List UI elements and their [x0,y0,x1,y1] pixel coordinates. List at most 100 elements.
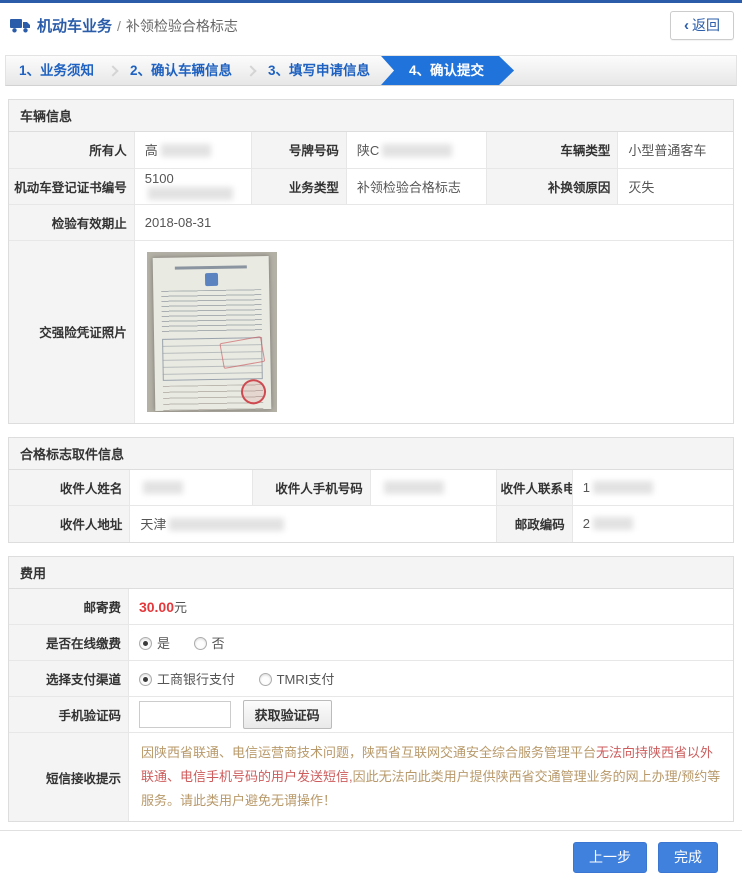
business-type-label: 业务类型 [252,168,347,204]
fee-section-title: 费用 [9,557,733,589]
recipient-mobile-value [370,470,497,506]
owner-value: 高 [134,132,251,168]
option-label: TMRI支付 [277,672,335,687]
online-pay-options: 是 否 [128,625,733,661]
option-label: 是 [157,636,170,651]
online-pay-yes-option[interactable]: 是 [139,636,174,651]
insurance-certificate-photo[interactable] [147,252,277,412]
sms-notice-label: 短信接收提示 [9,733,128,822]
back-button-label: 返回 [692,15,720,35]
recipient-name-label: 收件人姓名 [9,470,130,506]
reissue-reason-value: 灭失 [618,168,733,204]
redacted-blur [384,481,444,494]
radio-checked-icon [139,673,152,686]
owner-label: 所有人 [9,132,134,168]
option-label: 工商银行支付 [157,672,235,687]
postcode-label: 邮政编码 [497,506,572,542]
page-header: 机动车业务 / 补领检验合格标志 ‹ 返回 [0,3,742,49]
sms-code-label: 手机验证码 [9,697,128,733]
redacted-blur [169,518,284,531]
redacted-blur [593,517,633,530]
table-row: 是否在线缴费 是 否 [9,625,733,661]
table-row: 机动车登记证书编号 5100 业务类型 补领检验合格标志 补换领原因 灭失 [9,168,733,204]
redacted-blur [593,481,653,494]
vehicle-type-label: 车辆类型 [486,132,618,168]
redacted-blur [161,144,211,157]
vehicle-section-title: 车辆信息 [9,100,733,132]
step-1-business-notice[interactable]: 1、业务须知 [6,56,107,85]
postage-unit: 元 [174,600,187,615]
notice-text-part1: 因陕西省联通、电信运营商技术问题，陕西省互联网交通安全综合服务管理平台 [141,745,596,760]
step-4-confirm-submit: 4、确认提交 [381,56,514,85]
option-label: 否 [212,636,225,651]
postage-value: 30.00元 [128,589,733,625]
plate-number-value: 陕C [346,132,486,168]
page: 机动车业务 / 补领检验合格标志 ‹ 返回 1、业务须知 2、确认车辆信息 3、… [0,0,742,887]
redacted-blur [148,187,233,200]
pickup-info-table: 收件人姓名 收件人手机号码 收件人联系电话 1 收件人地址 天津 邮政编码 2 [9,470,733,542]
step-3-fill-application-info[interactable]: 3、填写申请信息 [255,56,383,85]
redacted-blur [382,144,452,157]
business-type-value: 补领检验合格标志 [346,168,486,204]
sms-notice-text: 因陕西省联通、电信运营商技术问题，陕西省互联网交通安全综合服务管理平台无法向持陕… [128,733,733,822]
registration-cert-value: 5100 [134,168,251,204]
breadcrumb-separator: / [117,18,121,34]
channel-tmri-option[interactable]: TMRI支付 [259,672,335,687]
plate-number-label: 号牌号码 [252,132,347,168]
truck-icon [10,18,31,33]
recipient-mobile-label: 收件人手机号码 [252,470,370,506]
payment-channel-label: 选择支付渠道 [9,661,128,697]
pickup-section-title: 合格标志取件信息 [9,438,733,470]
back-arrow-icon: ‹ [684,17,689,34]
radio-checked-icon [139,637,152,650]
document-paper [152,255,271,410]
table-row: 收件人姓名 收件人手机号码 收件人联系电话 1 [9,470,733,506]
recipient-phone-label: 收件人联系电话 [497,470,572,506]
fee-table: 邮寄费 30.00元 是否在线缴费 是 否 选择支付渠道 [9,589,733,822]
recipient-address-label: 收件人地址 [9,506,130,542]
insurance-photo-cell [134,240,733,423]
redacted-blur [143,481,183,494]
vehicle-type-value: 小型普通客车 [618,132,733,168]
pickup-info-section: 合格标志取件信息 收件人姓名 收件人手机号码 收件人联系电话 1 收件人地址 天… [8,437,734,543]
insurance-photo-label: 交强险凭证照片 [9,240,134,423]
footer-actions: 上一步 完成 [0,831,742,887]
breadcrumb-root[interactable]: 机动车业务 [37,15,112,36]
recipient-address-value: 天津 [130,506,497,542]
step-2-confirm-vehicle-info[interactable]: 2、确认车辆信息 [117,56,245,85]
step-navigation: 1、业务须知 2、确认车辆信息 3、填写申请信息 4、确认提交 [5,55,737,86]
recipient-name-value [130,470,252,506]
vehicle-info-table: 所有人 高 号牌号码 陕C 车辆类型 小型普通客车 机动车登记证书编号 5100… [9,132,733,423]
online-pay-label: 是否在线缴费 [9,625,128,661]
registration-cert-label: 机动车登记证书编号 [9,168,134,204]
table-row: 所有人 高 号牌号码 陕C 车辆类型 小型普通客车 [9,132,733,168]
previous-step-button[interactable]: 上一步 [573,842,647,873]
table-row: 短信接收提示 因陕西省联通、电信运营商技术问题，陕西省互联网交通安全综合服务管理… [9,733,733,822]
payment-channel-options: 工商银行支付 TMRI支付 [128,661,733,697]
get-code-button[interactable]: 获取验证码 [243,700,332,729]
reissue-reason-label: 补换领原因 [486,168,618,204]
online-pay-no-option[interactable]: 否 [194,636,225,651]
table-row: 手机验证码 获取验证码 [9,697,733,733]
postage-amount: 30.00 [139,599,174,615]
document-title-line [175,265,247,269]
channel-icbc-option[interactable]: 工商银行支付 [139,672,239,687]
postage-label: 邮寄费 [9,589,128,625]
table-row: 交强险凭证照片 [9,240,733,423]
table-row: 邮寄费 30.00元 [9,589,733,625]
radio-unchecked-icon [259,673,272,686]
back-button[interactable]: ‹ 返回 [670,11,734,40]
sms-code-input[interactable] [139,701,231,728]
breadcrumb: 机动车业务 / 补领检验合格标志 [10,15,238,36]
table-row: 收件人地址 天津 邮政编码 2 [9,506,733,542]
inspection-valid-value: 2018-08-31 [134,204,733,240]
sms-code-cell: 获取验证码 [128,697,733,733]
breadcrumb-current: 补领检验合格标志 [126,16,238,36]
table-row: 选择支付渠道 工商银行支付 TMRI支付 [9,661,733,697]
inspection-valid-label: 检验有效期止 [9,204,134,240]
finish-button[interactable]: 完成 [658,842,718,873]
postcode-value: 2 [572,506,733,542]
recipient-phone-value: 1 [572,470,733,506]
vehicle-info-section: 车辆信息 所有人 高 号牌号码 陕C 车辆类型 小型普通客车 机动车登记证书编号… [8,99,734,424]
radio-unchecked-icon [194,637,207,650]
